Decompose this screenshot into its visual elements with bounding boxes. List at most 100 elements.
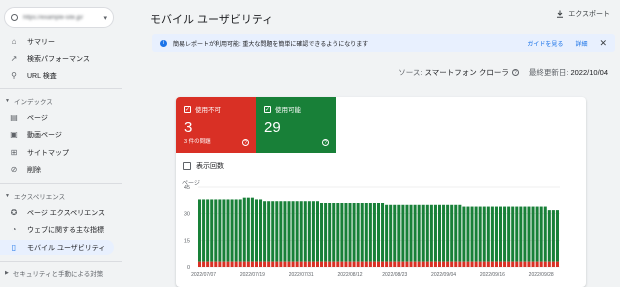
sidebar-item-label: ページ エクスペリエンス: [27, 209, 105, 217]
tile-subtitle: 3 件の問題: [184, 139, 211, 145]
bar-usable: [413, 204, 417, 262]
bar-unusable: [202, 261, 206, 267]
bar-usable: [332, 203, 336, 262]
sidebar-item-pages[interactable]: ▤ ページ: [0, 110, 116, 125]
bar-unusable: [425, 261, 429, 267]
section-security[interactable]: ▶ セキュリティと手動による対策: [5, 268, 103, 278]
section-label: エクスペリエンス: [13, 194, 66, 201]
sidebar-item-sitemaps[interactable]: ⊞ サイトマップ: [0, 145, 116, 160]
help-icon[interactable]: ?: [322, 139, 329, 146]
bar-usable: [393, 204, 397, 262]
checkbox-checked-icon[interactable]: ✓: [184, 105, 191, 113]
bar-usable: [490, 206, 494, 262]
bar-unusable: [287, 261, 291, 267]
y-tick-label: 0: [187, 265, 190, 271]
bar-usable: [214, 199, 218, 262]
guide-link[interactable]: ガイドを見る: [527, 39, 563, 48]
chevron-right-icon: ▶: [5, 270, 9, 276]
sitemap-icon: ⊞: [10, 147, 18, 157]
updated-value: 2022/10/04: [570, 68, 608, 77]
bar-usable: [539, 206, 543, 262]
bar-unusable: [352, 261, 356, 267]
tile-label: 使用可能: [275, 107, 301, 114]
bar-unusable: [226, 261, 230, 267]
bar-usable: [446, 204, 450, 262]
info-banner: i 簡易レポートが利用可能: 重大な問題を簡単に確認できるようになります ガイド…: [152, 34, 615, 52]
bar-usable: [324, 203, 328, 262]
bar-unusable: [283, 261, 287, 267]
bar-unusable: [230, 261, 234, 267]
sidebar-item-url-inspection[interactable]: ⚲ URL 検査: [0, 68, 116, 83]
tile-unusable[interactable]: ✓ 使用不可 3 3 件の問題 ?: [176, 97, 256, 153]
tile-usable[interactable]: ✓ 使用可能 29 ?: [256, 97, 336, 153]
bar-unusable: [332, 261, 336, 267]
sidebar-item-summary[interactable]: ⌂ サマリー: [0, 34, 116, 49]
bar-unusable: [503, 261, 507, 267]
bar-usable: [222, 199, 226, 262]
search-icon: ⚲: [11, 70, 17, 80]
close-icon[interactable]: ✕: [599, 38, 607, 49]
bar-usable: [344, 203, 348, 262]
sidebar-item-core-web-vitals[interactable]: ◔ ウェブに関する主な指標: [0, 222, 116, 237]
section-label: インデックス: [13, 99, 53, 106]
sidebar-item-video-pages[interactable]: ▣ 動画ページ: [0, 127, 116, 142]
x-tick-label: 2022/07/31: [289, 272, 314, 278]
bar-unusable: [198, 261, 202, 267]
property-selector[interactable]: https://example-site.jp/ ▾: [4, 7, 114, 28]
sidebar-item-page-experience[interactable]: ✪ ページ エクスペリエンス: [0, 205, 116, 220]
impressions-toggle[interactable]: 表示回数: [183, 161, 224, 171]
bar-unusable: [535, 261, 539, 267]
bar-usable: [535, 206, 539, 262]
bar-usable: [234, 199, 238, 262]
bar-unusable: [381, 261, 385, 267]
bar-unusable: [259, 261, 263, 267]
sidebar-item-removals[interactable]: ⊘ 削除: [0, 162, 116, 177]
bar-unusable: [299, 261, 303, 267]
bar-unusable: [340, 261, 344, 267]
bar-unusable: [320, 261, 324, 267]
bar-usable: [336, 203, 340, 262]
bar-unusable: [507, 261, 511, 267]
bar-unusable: [254, 261, 258, 267]
export-button[interactable]: エクスポート: [556, 9, 610, 19]
sidebar-item-performance[interactable]: ↗ 検索パフォーマンス: [0, 51, 116, 66]
bar-unusable: [364, 261, 368, 267]
bar-usable: [299, 201, 303, 262]
help-icon[interactable]: ?: [511, 69, 519, 76]
bar-unusable: [466, 261, 470, 267]
bar-usable: [263, 201, 267, 262]
bar-usable: [271, 201, 275, 262]
section-index[interactable]: ▼ インデックス: [5, 96, 53, 106]
tile-label: 使用不可: [195, 107, 221, 114]
bar-usable: [360, 203, 364, 262]
pages-chart: ページ01530452022/07/07 2022/07/19 2022/07/31…: [182, 180, 560, 278]
bar-usable: [519, 206, 523, 262]
help-icon[interactable]: ?: [242, 139, 249, 146]
sidebar-item-label: サマリー: [27, 38, 55, 46]
sidebar-item-label: ウェブに関する主な指標: [27, 226, 104, 234]
bar-unusable: [413, 261, 417, 267]
bar-unusable: [336, 261, 340, 267]
sidebar-item-label: 削除: [27, 166, 41, 174]
checkbox-checked-icon[interactable]: ✓: [264, 105, 271, 113]
bar-unusable: [531, 261, 535, 267]
bar-unusable: [397, 261, 401, 267]
bar-usable: [368, 203, 372, 262]
details-link[interactable]: 詳細: [575, 39, 587, 48]
source-value: スマートフォン クローラ: [424, 68, 509, 77]
x-tick-label: 2022/09/16: [480, 272, 505, 278]
bar-unusable: [360, 261, 364, 267]
bar-usable: [315, 201, 320, 262]
bar-usable: [303, 201, 307, 262]
bar-usable: [454, 204, 458, 262]
bar-usable: [551, 210, 555, 262]
section-experience[interactable]: ▼ エクスペリエンス: [5, 191, 65, 201]
bar-unusable: [242, 261, 246, 267]
bar-usable: [283, 201, 287, 262]
bar-unusable: [385, 261, 389, 267]
x-tick-label: 2022/08/12: [338, 272, 363, 278]
sidebar-item-label: URL 検査: [27, 72, 57, 80]
sidebar-item-label: ページ: [27, 114, 48, 122]
property-url: https://example-site.jp/: [23, 14, 84, 21]
sidebar-item-mobile-usability[interactable]: ▯ モバイル ユーザビリティ: [0, 240, 114, 255]
